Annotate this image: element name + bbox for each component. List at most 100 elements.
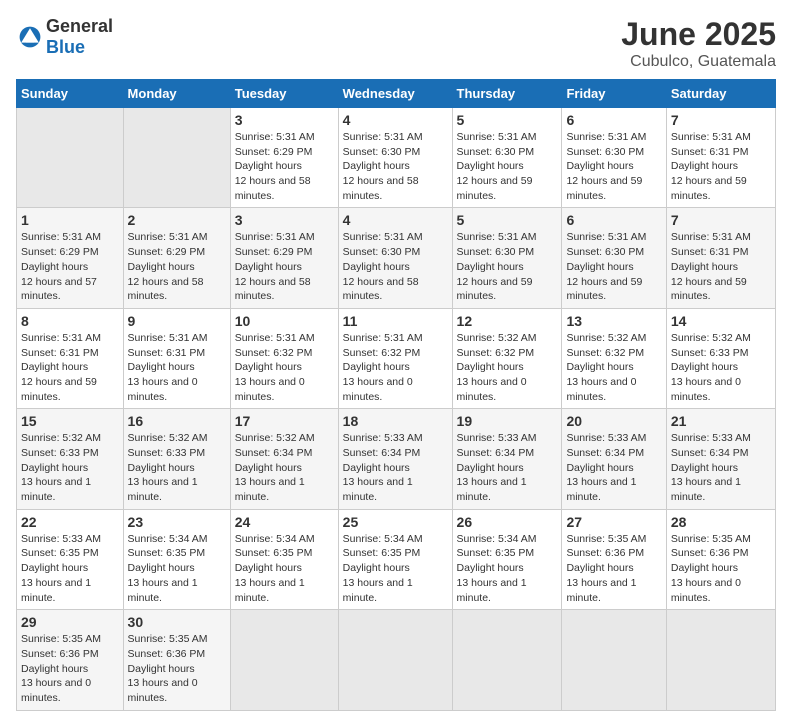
day-info: Sunrise: 5:31 AMSunset: 6:29 PMDaylight … (128, 230, 226, 303)
day-info: Sunrise: 5:32 AMSunset: 6:32 PMDaylight … (566, 331, 661, 404)
calendar-cell: 3 Sunrise: 5:31 AMSunset: 6:29 PMDaylight… (230, 208, 338, 308)
day-info: Sunrise: 5:31 AMSunset: 6:30 PMDaylight … (343, 130, 448, 203)
calendar-cell: 18 Sunrise: 5:33 AMSunset: 6:34 PMDayligh… (338, 409, 452, 509)
calendar-week-row: 15 Sunrise: 5:32 AMSunset: 6:33 PMDayligh… (17, 409, 776, 509)
day-info: Sunrise: 5:31 AMSunset: 6:32 PMDaylight … (343, 331, 448, 404)
calendar-cell: 6Sunrise: 5:31 AMSunset: 6:30 PMDaylight… (562, 208, 666, 308)
calendar-cell: 29Sunrise: 5:35 AMSunset: 6:36 PMDayligh… (17, 610, 124, 710)
day-info: Sunrise: 5:31 AMSunset: 6:29 PMDaylight … (235, 130, 334, 203)
day-info: Sunrise: 5:33 AMSunset: 6:34 PMDaylight … (343, 431, 448, 504)
day-info: Sunrise: 5:31 AMSunset: 6:30 PMDaylight … (566, 230, 661, 303)
calendar-cell (230, 610, 338, 710)
day-info: Sunrise: 5:32 AMSunset: 6:32 PMDaylight … (457, 331, 558, 404)
day-info: Sunrise: 5:31 AMSunset: 6:30 PMDaylight … (343, 230, 448, 303)
day-number: 7 (671, 112, 771, 128)
logo: General Blue (16, 16, 113, 58)
calendar-cell: 28Sunrise: 5:35 AMSunset: 6:36 PMDayligh… (666, 509, 775, 609)
day-info: Sunrise: 5:31 AMSunset: 6:31 PMDaylight … (21, 331, 119, 404)
calendar-cell: 17Sunrise: 5:32 AMSunset: 6:34 PMDayligh… (230, 409, 338, 509)
day-number: 24 (235, 514, 334, 530)
calendar-week-row: 3 Sunrise: 5:31 AMSunset: 6:29 PMDaylight… (17, 108, 776, 208)
day-number: 18 (343, 413, 448, 429)
day-info: Sunrise: 5:31 AMSunset: 6:31 PMDaylight … (128, 331, 226, 404)
day-info: Sunrise: 5:35 AMSunset: 6:36 PMDaylight … (128, 632, 226, 705)
day-info: Sunrise: 5:31 AMSunset: 6:30 PMDaylight … (566, 130, 661, 203)
day-info: Sunrise: 5:34 AMSunset: 6:35 PMDaylight … (235, 532, 334, 605)
day-number: 6 (566, 112, 661, 128)
day-number: 19 (457, 413, 558, 429)
day-number: 20 (566, 413, 661, 429)
calendar-cell: 11 Sunrise: 5:31 AMSunset: 6:32 PMDayligh… (338, 308, 452, 408)
calendar-cell: 4 Sunrise: 5:31 AMSunset: 6:30 PMDaylight… (338, 208, 452, 308)
day-number: 7 (671, 212, 771, 228)
title-area: June 2025 Cubulco, Guatemala (621, 16, 776, 71)
day-number: 17 (235, 413, 334, 429)
calendar-cell (338, 610, 452, 710)
logo-text-general: General (46, 16, 113, 36)
day-info: Sunrise: 5:31 AMSunset: 6:30 PMDaylight … (457, 230, 558, 303)
calendar-cell: 16 Sunrise: 5:32 AMSunset: 6:33 PMDayligh… (123, 409, 230, 509)
header-monday: Monday (123, 80, 230, 108)
day-info: Sunrise: 5:31 AMSunset: 6:31 PMDaylight … (671, 230, 771, 303)
calendar-cell: 15 Sunrise: 5:32 AMSunset: 6:33 PMDayligh… (17, 409, 124, 509)
day-number: 4 (343, 212, 448, 228)
calendar-cell: 27Sunrise: 5:35 AMSunset: 6:36 PMDayligh… (562, 509, 666, 609)
calendar-week-row: 22Sunrise: 5:33 AMSunset: 6:35 PMDayligh… (17, 509, 776, 609)
day-number: 9 (128, 313, 226, 329)
day-number: 8 (21, 313, 119, 329)
day-number: 3 (235, 212, 334, 228)
day-number: 26 (457, 514, 558, 530)
header-wednesday: Wednesday (338, 80, 452, 108)
calendar-cell: 24 Sunrise: 5:34 AMSunset: 6:35 PMDayligh… (230, 509, 338, 609)
day-number: 29 (21, 614, 119, 630)
day-number: 5 (457, 112, 558, 128)
calendar-cell: 6 Sunrise: 5:31 AMSunset: 6:30 PMDaylight… (562, 108, 666, 208)
day-number: 4 (343, 112, 448, 128)
calendar-cell: 21Sunrise: 5:33 AMSunset: 6:34 PMDayligh… (666, 409, 775, 509)
day-number: 15 (21, 413, 119, 429)
day-number: 11 (343, 313, 448, 329)
day-number: 16 (128, 413, 226, 429)
day-info: Sunrise: 5:34 AMSunset: 6:35 PMDaylight … (128, 532, 226, 605)
day-info: Sunrise: 5:34 AMSunset: 6:35 PMDaylight … (457, 532, 558, 605)
day-info: Sunrise: 5:33 AMSunset: 6:34 PMDaylight … (457, 431, 558, 504)
day-number: 14 (671, 313, 771, 329)
calendar-cell: 30 Sunrise: 5:35 AMSunset: 6:36 PMDayligh… (123, 610, 230, 710)
calendar-cell: 9 Sunrise: 5:31 AMSunset: 6:31 PMDaylight… (123, 308, 230, 408)
day-info: Sunrise: 5:35 AMSunset: 6:36 PMDaylight … (566, 532, 661, 605)
calendar-cell (123, 108, 230, 208)
location-title: Cubulco, Guatemala (621, 53, 776, 71)
calendar-cell: 23 Sunrise: 5:34 AMSunset: 6:35 PMDayligh… (123, 509, 230, 609)
day-info: Sunrise: 5:31 AMSunset: 6:31 PMDaylight … (671, 130, 771, 203)
calendar-cell: 8 Sunrise: 5:31 AMSunset: 6:31 PMDaylight… (17, 308, 124, 408)
calendar-cell: 22Sunrise: 5:33 AMSunset: 6:35 PMDayligh… (17, 509, 124, 609)
calendar-cell: 13Sunrise: 5:32 AMSunset: 6:32 PMDayligh… (562, 308, 666, 408)
month-title: June 2025 (621, 16, 776, 53)
header-friday: Friday (562, 80, 666, 108)
day-info: Sunrise: 5:33 AMSunset: 6:34 PMDaylight … (566, 431, 661, 504)
day-info: Sunrise: 5:32 AMSunset: 6:33 PMDaylight … (128, 431, 226, 504)
calendar-cell (666, 610, 775, 710)
day-number: 23 (128, 514, 226, 530)
calendar-cell: 7 Sunrise: 5:31 AMSunset: 6:31 PMDaylight… (666, 108, 775, 208)
calendar-cell: 20 Sunrise: 5:33 AMSunset: 6:34 PMDayligh… (562, 409, 666, 509)
day-number: 12 (457, 313, 558, 329)
day-info: Sunrise: 5:31 AMSunset: 6:29 PMDaylight … (235, 230, 334, 303)
day-number: 1 (21, 212, 119, 228)
calendar-cell: 7 Sunrise: 5:31 AMSunset: 6:31 PMDaylight… (666, 208, 775, 308)
logo-icon (18, 25, 42, 49)
day-number: 2 (128, 212, 226, 228)
weekday-header-row: Sunday Monday Tuesday Wednesday Thursday… (17, 80, 776, 108)
calendar-cell (562, 610, 666, 710)
calendar-cell (452, 610, 562, 710)
day-info: Sunrise: 5:31 AMSunset: 6:30 PMDaylight … (457, 130, 558, 203)
day-info: Sunrise: 5:32 AMSunset: 6:33 PMDaylight … (21, 431, 119, 504)
calendar-cell (17, 108, 124, 208)
day-number: 30 (128, 614, 226, 630)
calendar-cell: 5Sunrise: 5:31 AMSunset: 6:30 PMDaylight… (452, 208, 562, 308)
day-number: 3 (235, 112, 334, 128)
calendar-cell: 26 Sunrise: 5:34 AMSunset: 6:35 PMDayligh… (452, 509, 562, 609)
header-thursday: Thursday (452, 80, 562, 108)
calendar-week-row: 29 Sunrise: 5:35 AMSunset: 6:36 PMDayligh… (17, 610, 776, 710)
day-info: Sunrise: 5:31 AMSunset: 6:29 PMDaylight … (21, 230, 119, 303)
